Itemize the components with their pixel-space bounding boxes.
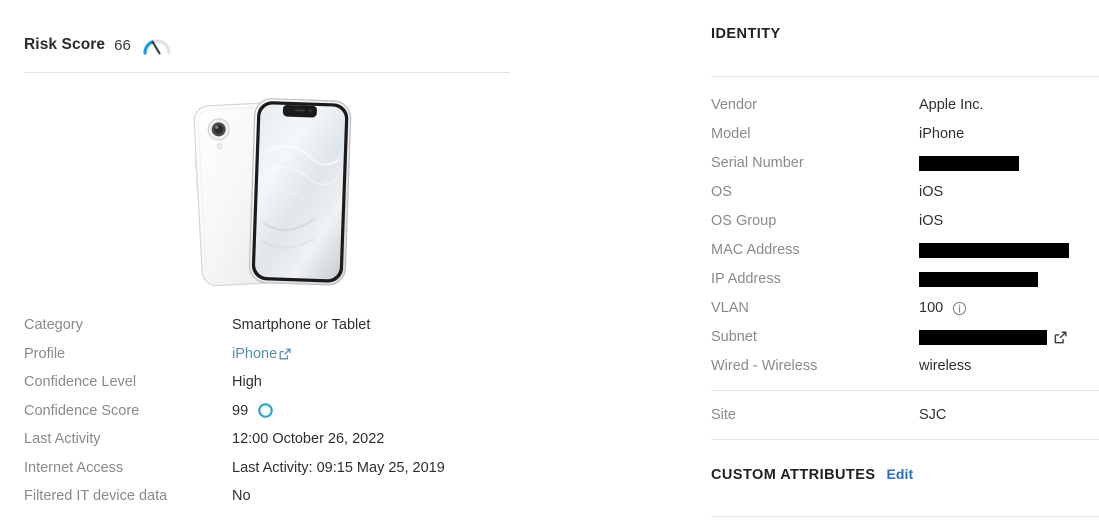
left-column: Risk Score 66 Category Smartphone or Tab…	[24, 0, 512, 511]
table-row: IP Address	[711, 265, 1099, 294]
table-row: Confidence Level High	[24, 368, 512, 397]
identity-value-redacted	[919, 149, 1099, 178]
identity-value-vlan: 100	[919, 294, 1099, 323]
identity-section-header: IDENTITY	[711, 0, 1099, 76]
redaction-bar	[919, 272, 1038, 287]
attribute-label: Confidence Score	[24, 402, 140, 419]
attribute-value: Smartphone or Tablet	[232, 317, 371, 333]
table-row: Model iPhone	[711, 120, 1099, 149]
custom-attributes-divider	[711, 516, 1099, 517]
vlan-value: 100	[919, 300, 944, 316]
external-link-icon[interactable]	[278, 347, 292, 361]
site-row: Site SJC	[711, 391, 1099, 439]
table-row: Serial Number	[711, 149, 1099, 178]
table-row: OS iOS	[711, 178, 1099, 207]
identity-table: Vendor Apple Inc. Model iPhone Serial Nu…	[711, 91, 1099, 381]
identity-label: Wired - Wireless	[711, 358, 818, 374]
attribute-label: Confidence Level	[24, 374, 137, 390]
attribute-value: High	[232, 374, 262, 390]
attribute-value-profile: iPhone	[232, 340, 512, 369]
identity-value: iPhone	[919, 126, 965, 142]
table-row: Filtered IT device data No	[24, 482, 512, 511]
info-icon[interactable]	[952, 301, 967, 316]
identity-value-redacted	[919, 236, 1099, 265]
profile-link[interactable]: iPhone	[232, 340, 277, 369]
external-link-icon[interactable]	[1053, 330, 1068, 345]
table-row: Category Smartphone or Tablet	[24, 311, 512, 340]
attribute-value: No	[232, 488, 251, 504]
device-details-page: Risk Score 66 Category Smartphone or Tab…	[0, 0, 1099, 532]
identity-label: IP Address	[711, 271, 781, 287]
table-row: MAC Address	[711, 236, 1099, 265]
edit-custom-attributes-link[interactable]: Edit	[886, 466, 913, 482]
table-row: Profile iPhone	[24, 340, 512, 369]
table-row: Internet Access Last Activity: 09:15 May…	[24, 454, 512, 483]
custom-attributes-title: CUSTOM ATTRIBUTES	[711, 467, 876, 483]
device-attributes-table: Category Smartphone or Tablet Profile iP…	[24, 311, 512, 511]
table-row: Wired - Wireless wireless	[711, 352, 1099, 381]
table-row: Last Activity 12:00 October 26, 2022	[24, 425, 512, 454]
table-row: VLAN 100	[711, 294, 1099, 323]
identity-label: OS	[711, 184, 732, 200]
identity-value: iOS	[919, 184, 944, 200]
identity-value-subnet	[919, 323, 1099, 352]
identity-label: Vendor	[711, 97, 757, 113]
table-row: OS Group iOS	[711, 207, 1099, 236]
attribute-value: 12:00 October 26, 2022	[232, 431, 385, 447]
identity-value: Apple Inc.	[919, 97, 984, 113]
identity-label: VLAN	[711, 300, 749, 316]
identity-label: Model	[711, 126, 751, 142]
attribute-label: Last Activity	[24, 431, 101, 447]
identity-value: wireless	[919, 358, 972, 374]
attribute-label: Category	[24, 317, 83, 333]
attribute-label: Profile	[24, 345, 66, 362]
attribute-label: Internet Access	[24, 459, 124, 476]
risk-score-label: Risk Score	[24, 36, 106, 53]
gauge-icon	[142, 34, 172, 56]
identity-label: MAC Address	[711, 242, 800, 258]
attribute-value: Last Activity: 09:15 May 25, 2019	[232, 459, 445, 476]
identity-value-redacted	[919, 265, 1099, 294]
site-label: Site	[711, 407, 736, 423]
redaction-bar	[919, 330, 1047, 345]
confidence-ring-icon	[257, 402, 274, 419]
identity-label: OS Group	[711, 213, 777, 229]
risk-score-row: Risk Score 66	[24, 0, 512, 72]
identity-label: Subnet	[711, 329, 757, 345]
identity-label: Serial Number	[711, 155, 804, 171]
table-row: Confidence Score 99	[24, 397, 512, 426]
identity-value: iOS	[919, 213, 944, 229]
redaction-bar	[919, 243, 1069, 258]
confidence-score-value: 99	[232, 402, 249, 419]
risk-score-value: 66	[114, 36, 131, 54]
attribute-label: Filtered IT device data	[24, 488, 168, 504]
table-row: Vendor Apple Inc.	[711, 91, 1099, 120]
attribute-value-confidence-score: 99	[232, 397, 512, 426]
right-column: IDENTITY Vendor Apple Inc. Model iPhone …	[711, 0, 1099, 517]
redaction-bar	[919, 156, 1019, 171]
table-row: Subnet	[711, 323, 1099, 352]
custom-attributes-section-header: CUSTOM ATTRIBUTES Edit	[711, 440, 1099, 516]
device-photo-iphone-xr	[24, 73, 512, 311]
site-value: SJC	[919, 407, 947, 423]
identity-title: IDENTITY	[711, 26, 781, 42]
